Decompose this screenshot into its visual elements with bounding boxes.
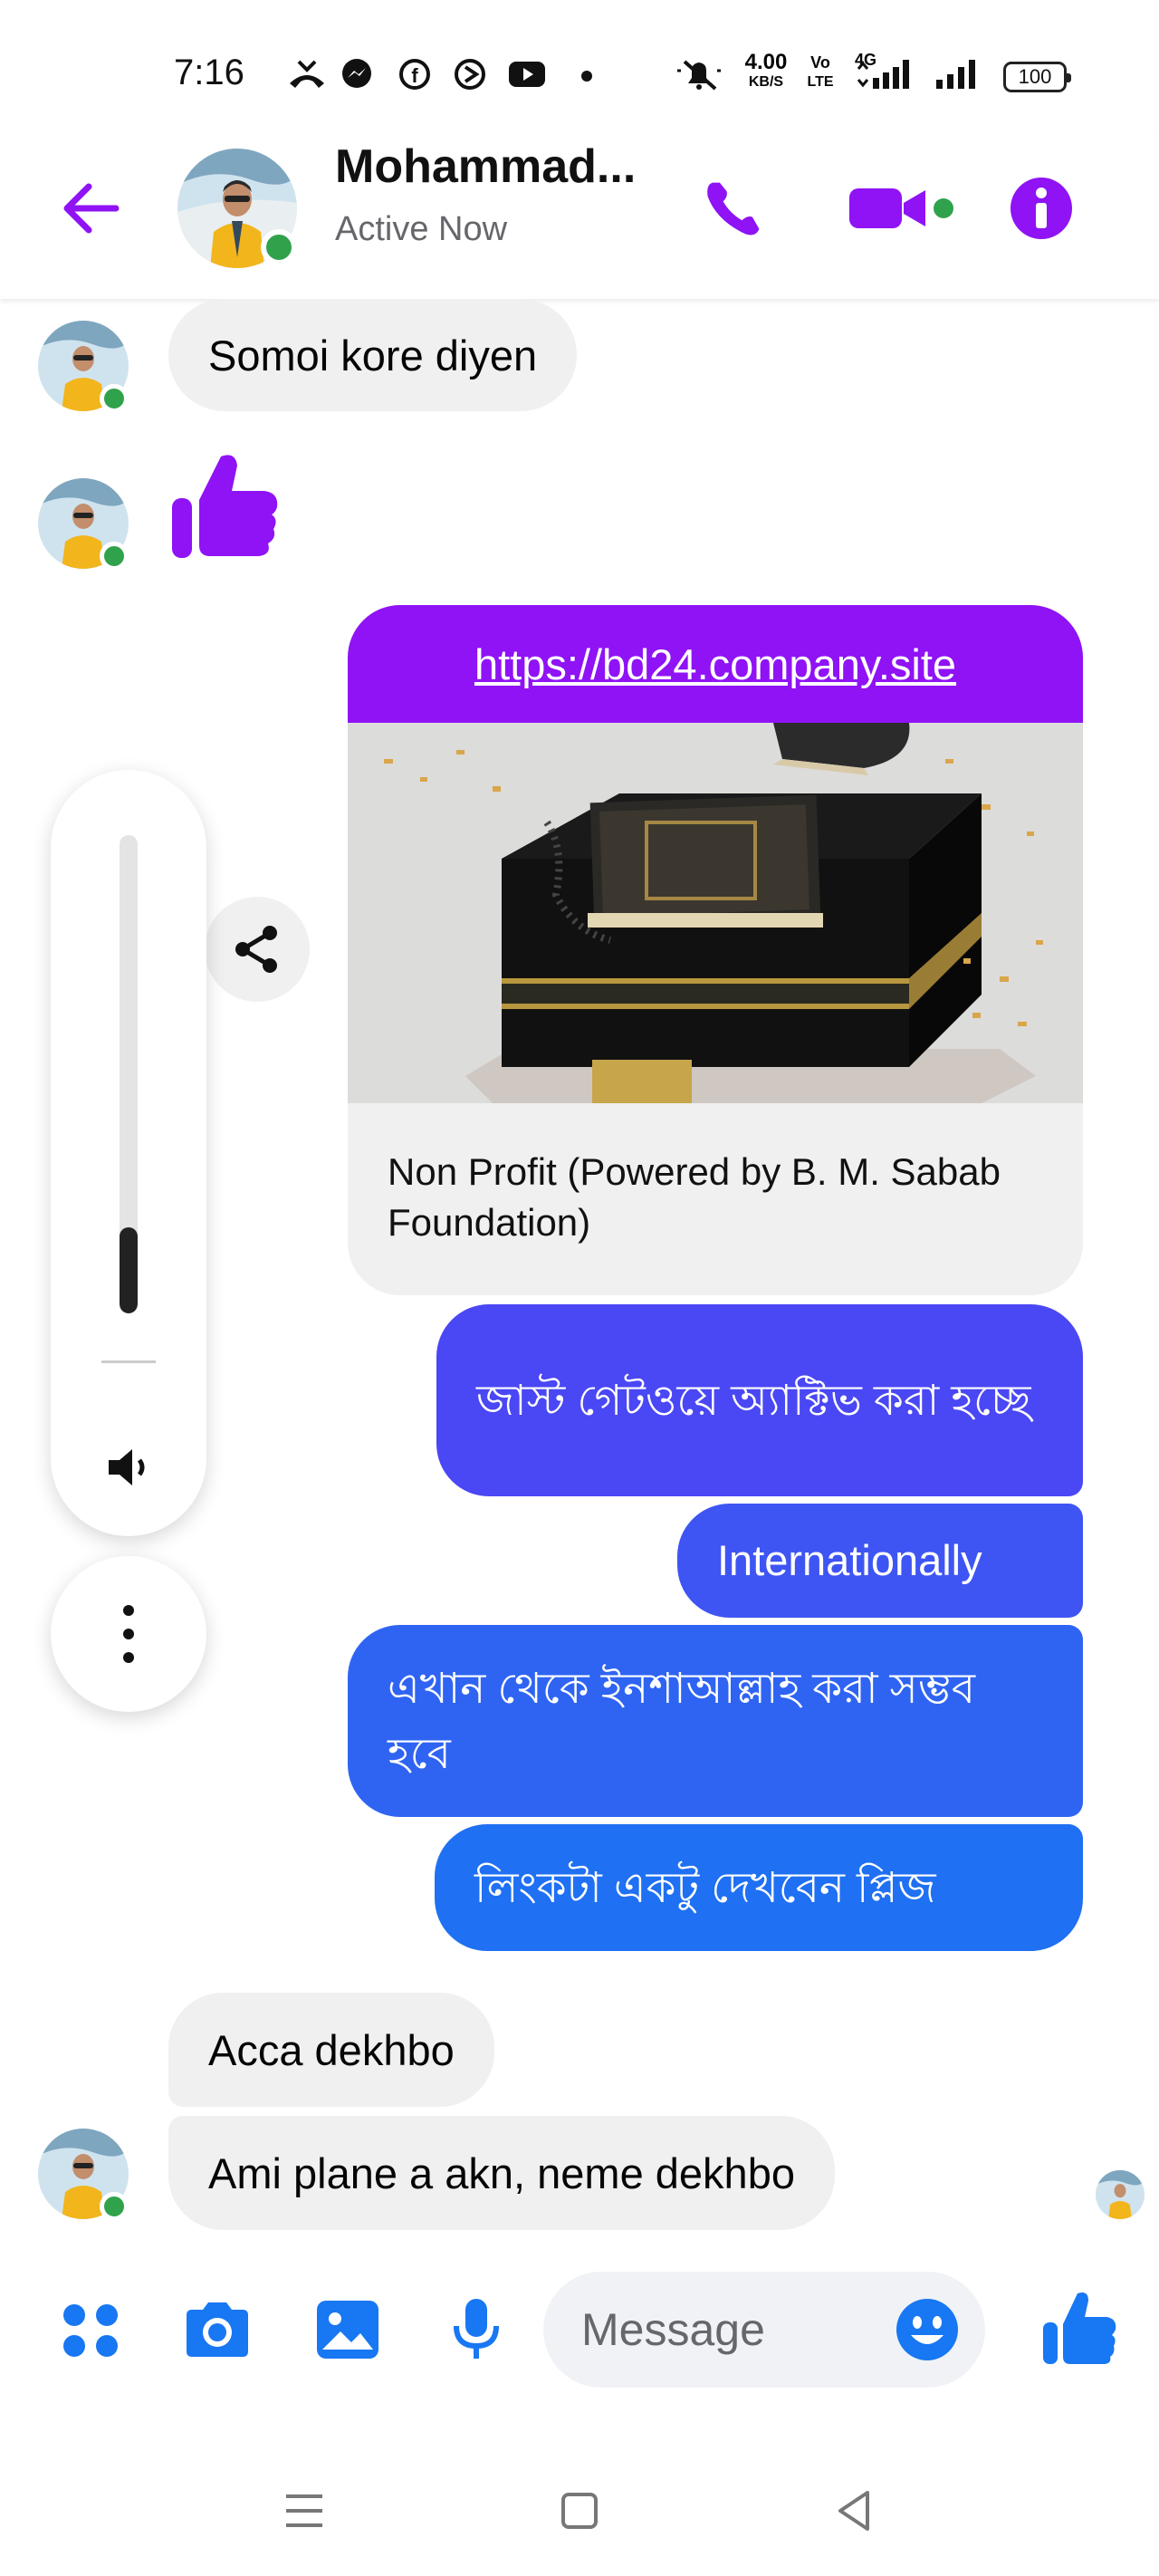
message-bubble-outgoing[interactable]: জাস্ট গেটওয়ে অ্যাক্টিভ করা হচ্ছে bbox=[436, 1304, 1083, 1496]
gallery-icon[interactable] bbox=[311, 2293, 384, 2366]
volume-more-options-button[interactable] bbox=[51, 1556, 206, 1712]
more-notifications-dot-icon bbox=[581, 71, 592, 82]
conversation-header: Mohammad... Active Now bbox=[0, 136, 1159, 299]
audio-call-icon[interactable] bbox=[699, 176, 768, 241]
facebook-icon: f bbox=[399, 59, 430, 90]
screen-recorder-icon bbox=[455, 59, 485, 90]
link-preview-card[interactable]: https://bd24.company.site Non Profit (Po… bbox=[348, 605, 1083, 1295]
contact-active-status: Active Now bbox=[335, 210, 508, 248]
network-speed-unit: KB/S bbox=[748, 74, 784, 90]
link-preview-image[interactable] bbox=[348, 723, 1083, 1103]
share-icon bbox=[235, 926, 277, 973]
thumbs-up-sticker-icon[interactable] bbox=[163, 444, 284, 565]
like-button-icon[interactable] bbox=[1038, 2286, 1119, 2368]
video-call-icon[interactable] bbox=[846, 176, 954, 241]
online-status-dot bbox=[261, 229, 297, 265]
volte-indicator: Vo LTE bbox=[799, 53, 842, 92]
emoji-icon[interactable] bbox=[895, 2297, 960, 2362]
volte-top: Vo bbox=[810, 53, 830, 72]
svg-text:f: f bbox=[411, 64, 418, 87]
microphone-icon[interactable] bbox=[440, 2293, 512, 2366]
message-bubble-incoming[interactable]: Somoi kore diyen bbox=[168, 299, 578, 411]
battery-indicator: 100 bbox=[1003, 62, 1071, 92]
camera-icon[interactable] bbox=[181, 2293, 254, 2366]
message-bubble-incoming[interactable]: Acca dekhbo bbox=[168, 1993, 494, 2107]
message-text: লিংকটা একটু দেখবেন প্লিজ bbox=[474, 1863, 936, 1911]
recent-apps-icon[interactable] bbox=[275, 2482, 333, 2540]
share-button[interactable] bbox=[205, 897, 310, 1002]
mute-icon bbox=[677, 60, 721, 91]
network-speed: 4.00 KB/S bbox=[737, 50, 795, 92]
back-nav-icon[interactable] bbox=[826, 2482, 884, 2540]
messenger-icon bbox=[342, 59, 371, 88]
speaker-icon[interactable] bbox=[101, 1440, 156, 1495]
seen-receipt-avatar bbox=[1096, 2170, 1145, 2219]
info-icon[interactable] bbox=[1009, 176, 1074, 241]
message-bubble-outgoing[interactable]: লিংকটা একটু দেখবেন প্লিজ bbox=[435, 1824, 1083, 1951]
more-actions-icon[interactable] bbox=[54, 2293, 127, 2366]
message-text: এখান থেকে ইনশাআল্লাহ করা সম্ভব হবে bbox=[388, 1664, 976, 1777]
link-preview-caption: Non Profit (Powered by B. M. Sabab Found… bbox=[388, 1150, 1001, 1244]
sender-online-dot bbox=[100, 542, 129, 571]
home-icon[interactable] bbox=[551, 2482, 608, 2540]
back-arrow-icon[interactable] bbox=[56, 174, 125, 243]
signal-sim2-icon bbox=[936, 60, 975, 89]
volume-panel bbox=[51, 770, 206, 1536]
message-composer bbox=[0, 2255, 1159, 2400]
sender-online-dot bbox=[100, 2192, 129, 2221]
link-url[interactable]: https://bd24.company.site bbox=[348, 605, 1083, 723]
network-speed-value: 4.00 bbox=[744, 50, 788, 74]
contact-name[interactable]: Mohammad... bbox=[335, 139, 636, 194]
message-bubble-outgoing[interactable]: এখান থেকে ইনশাআল্লাহ করা সম্ভব হবে bbox=[348, 1625, 1083, 1817]
missed-call-icon bbox=[290, 60, 324, 88]
youtube-icon bbox=[509, 62, 545, 87]
signal-sim1-icon bbox=[857, 60, 909, 89]
volte-bottom: LTE bbox=[807, 74, 834, 90]
message-bubble-outgoing[interactable]: Internationally bbox=[677, 1504, 1083, 1618]
status-time: 7:16 bbox=[174, 53, 244, 92]
message-bubble-incoming[interactable]: Ami plane a akn, neme dekhbo bbox=[168, 2116, 835, 2230]
volume-divider bbox=[101, 1360, 156, 1363]
volume-slider-fill bbox=[120, 1226, 138, 1313]
more-vertical-icon bbox=[123, 1605, 134, 1663]
message-text: Internationally bbox=[717, 1536, 982, 1584]
system-navigation-bar bbox=[0, 2446, 1159, 2576]
message-text: জাস্ট গেটওয়ে অ্যাক্টিভ করা হচ্ছে bbox=[476, 1376, 1031, 1424]
status-bar: 7:16 f 4.00 KB/S Vo LTE 4G 100 bbox=[0, 0, 1159, 154]
sender-online-dot bbox=[100, 384, 129, 413]
volume-slider[interactable] bbox=[120, 835, 138, 1313]
